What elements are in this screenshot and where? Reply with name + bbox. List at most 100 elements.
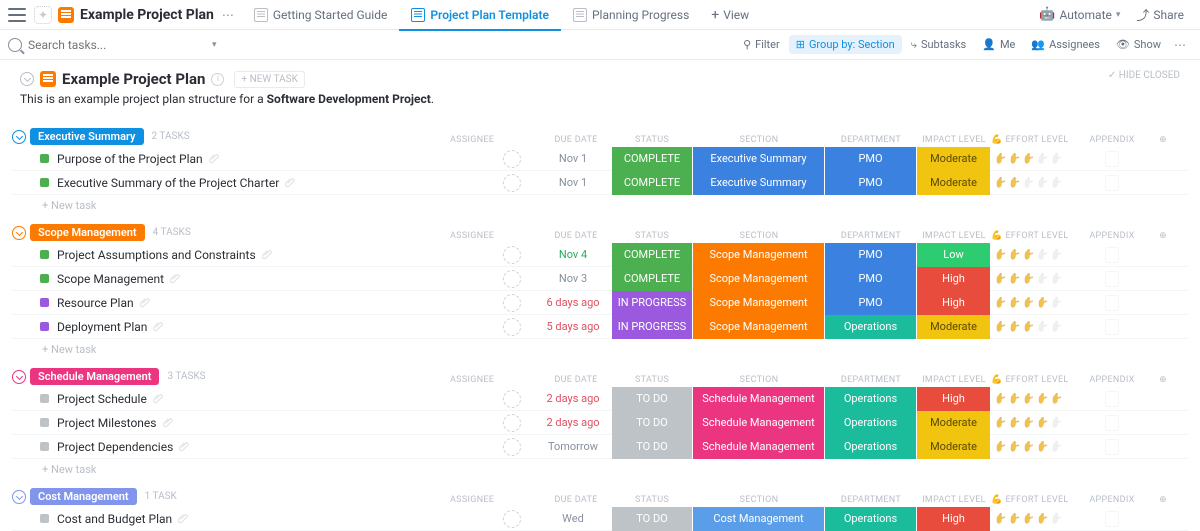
- due-date[interactable]: 2 days ago: [536, 392, 610, 405]
- section-badge[interactable]: Schedule Management: [693, 435, 824, 459]
- status-square-icon[interactable]: [40, 178, 49, 187]
- impact-badge[interactable]: Moderate: [917, 147, 990, 171]
- add-column-button[interactable]: ⊕: [1154, 495, 1172, 505]
- col-appendix[interactable]: APPENDIX: [1072, 135, 1152, 145]
- workspace-icon[interactable]: ✦: [34, 6, 52, 24]
- task-row[interactable]: Deployment Plan 5 days ago IN PROGRESS S…: [12, 315, 1188, 339]
- col-status[interactable]: STATUS: [612, 495, 692, 505]
- appendix-cell[interactable]: [1072, 391, 1152, 407]
- appendix-cell[interactable]: [1072, 271, 1152, 287]
- status-badge[interactable]: COMPLETE: [612, 243, 692, 267]
- col-impact[interactable]: IMPACT LEVEL: [918, 135, 990, 145]
- effort-cell[interactable]: [990, 512, 1070, 525]
- due-date[interactable]: 5 days ago: [536, 320, 610, 333]
- impact-badge[interactable]: High: [917, 387, 990, 411]
- assignee-placeholder-icon[interactable]: [503, 438, 521, 456]
- share-button[interactable]: ⤴ Share: [1128, 5, 1192, 24]
- col-effort[interactable]: 💪 EFFORT LEVEL: [990, 231, 1070, 241]
- department-badge[interactable]: Operations: [825, 411, 916, 435]
- task-name[interactable]: Project Dependencies: [57, 440, 173, 454]
- assignees-button[interactable]: 👥Assignees: [1024, 35, 1107, 54]
- project-menu[interactable]: ⋯: [222, 8, 234, 22]
- col-impact[interactable]: IMPACT LEVEL: [918, 375, 990, 385]
- assignee-cell[interactable]: [492, 318, 532, 336]
- department-badge[interactable]: PMO: [825, 267, 916, 291]
- assignee-cell[interactable]: [492, 246, 532, 264]
- task-name[interactable]: Purpose of the Project Plan: [57, 152, 203, 166]
- status-badge[interactable]: IN PROGRESS: [612, 315, 692, 339]
- assignee-placeholder-icon[interactable]: [503, 294, 521, 312]
- task-name[interactable]: Project Schedule: [57, 392, 147, 406]
- department-badge[interactable]: PMO: [825, 291, 916, 315]
- assignee-cell[interactable]: [492, 510, 532, 528]
- appendix-cell[interactable]: [1072, 151, 1152, 167]
- collapse-all-button[interactable]: [20, 72, 34, 86]
- impact-badge[interactable]: High: [917, 267, 990, 291]
- status-square-icon[interactable]: [40, 250, 49, 259]
- impact-badge[interactable]: Low: [917, 243, 990, 267]
- task-row[interactable]: Project Dependencies Tomorrow TO DO Sche…: [12, 435, 1188, 459]
- effort-cell[interactable]: [990, 176, 1070, 189]
- assignee-cell[interactable]: [492, 414, 532, 432]
- task-name[interactable]: Scope Management: [57, 272, 164, 286]
- effort-cell[interactable]: [990, 392, 1070, 405]
- appendix-cell[interactable]: [1072, 439, 1152, 455]
- due-date[interactable]: Wed: [536, 512, 610, 525]
- impact-badge[interactable]: Moderate: [917, 411, 990, 435]
- task-row[interactable]: Executive Summary of the Project Charter…: [12, 171, 1188, 195]
- assignee-cell[interactable]: [492, 438, 532, 456]
- new-task-row[interactable]: + New task: [12, 459, 1188, 480]
- col-department[interactable]: DEPARTMENT: [826, 375, 916, 385]
- status-badge[interactable]: TO DO: [612, 435, 692, 459]
- task-row[interactable]: Purpose of the Project Plan Nov 1 COMPLE…: [12, 147, 1188, 171]
- status-square-icon[interactable]: [40, 274, 49, 283]
- more-button[interactable]: ⋯: [1168, 38, 1192, 52]
- filter-button[interactable]: ⚲Filter: [736, 35, 787, 54]
- col-due[interactable]: DUE DATE: [536, 135, 616, 145]
- department-badge[interactable]: Operations: [825, 507, 916, 531]
- search-input[interactable]: [28, 38, 208, 52]
- attachment-icon[interactable]: [209, 153, 221, 165]
- col-assignee[interactable]: ASSIGNEE: [450, 375, 490, 385]
- effort-cell[interactable]: [990, 248, 1070, 261]
- col-appendix[interactable]: APPENDIX: [1072, 375, 1152, 385]
- assignee-placeholder-icon[interactable]: [503, 390, 521, 408]
- impact-badge[interactable]: High: [917, 291, 990, 315]
- section-badge[interactable]: Scope Management: [693, 315, 824, 339]
- assignee-placeholder-icon[interactable]: [503, 510, 521, 528]
- col-department[interactable]: DEPARTMENT: [826, 231, 916, 241]
- col-impact[interactable]: IMPACT LEVEL: [918, 231, 990, 241]
- col-impact[interactable]: IMPACT LEVEL: [918, 495, 990, 505]
- status-square-icon[interactable]: [40, 154, 49, 163]
- col-effort[interactable]: 💪 EFFORT LEVEL: [990, 375, 1070, 385]
- col-appendix[interactable]: APPENDIX: [1072, 495, 1152, 505]
- appendix-cell[interactable]: [1072, 295, 1152, 311]
- new-task-button[interactable]: + NEW TASK: [234, 71, 304, 88]
- add-view-button[interactable]: + View: [701, 7, 759, 23]
- attachment-icon[interactable]: [285, 177, 297, 189]
- department-badge[interactable]: PMO: [825, 243, 916, 267]
- status-badge[interactable]: COMPLETE: [612, 147, 692, 171]
- col-status[interactable]: STATUS: [612, 135, 692, 145]
- impact-badge[interactable]: Moderate: [917, 171, 990, 195]
- col-assignee[interactable]: ASSIGNEE: [450, 231, 490, 241]
- menu-icon[interactable]: [8, 8, 26, 22]
- info-icon[interactable]: i: [211, 73, 224, 86]
- status-square-icon[interactable]: [40, 418, 49, 427]
- add-column-button[interactable]: ⊕: [1154, 135, 1172, 145]
- add-column-button[interactable]: ⊕: [1154, 231, 1172, 241]
- col-due[interactable]: DUE DATE: [536, 495, 616, 505]
- col-department[interactable]: DEPARTMENT: [826, 495, 916, 505]
- col-section[interactable]: SECTION: [694, 135, 824, 145]
- department-badge[interactable]: PMO: [825, 147, 916, 171]
- section-badge[interactable]: Schedule Management: [693, 387, 824, 411]
- appendix-cell[interactable]: [1072, 319, 1152, 335]
- task-row[interactable]: Project Assumptions and Constraints Nov …: [12, 243, 1188, 267]
- assignee-cell[interactable]: [492, 270, 532, 288]
- effort-cell[interactable]: [990, 440, 1070, 453]
- impact-badge[interactable]: Moderate: [917, 435, 990, 459]
- project-title[interactable]: Example Project Plan: [80, 7, 214, 23]
- status-badge[interactable]: TO DO: [612, 507, 692, 531]
- add-column-button[interactable]: ⊕: [1154, 375, 1172, 385]
- impact-badge[interactable]: High: [917, 507, 990, 531]
